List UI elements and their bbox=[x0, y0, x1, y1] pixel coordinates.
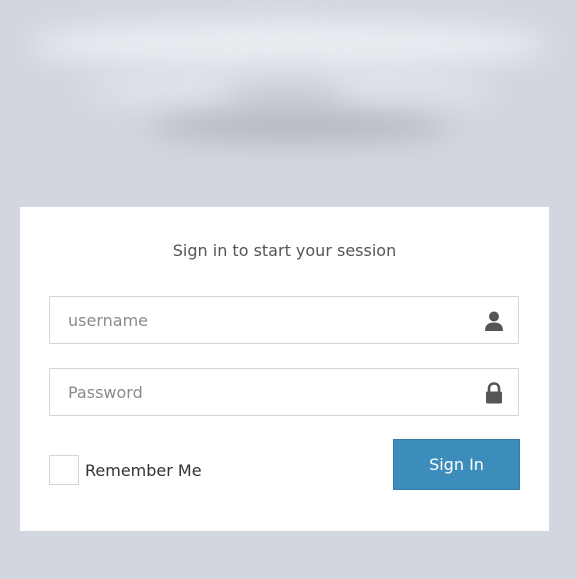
remember-me-checkbox[interactable] bbox=[49, 455, 79, 485]
logo-blur-shape bbox=[30, 20, 550, 70]
lock-icon bbox=[484, 382, 504, 404]
login-box: Sign in to start your session Remember M… bbox=[20, 207, 549, 531]
remember-me-label: Remember Me bbox=[85, 460, 202, 480]
login-box-message: Sign in to start your session bbox=[172, 241, 397, 260]
password-input[interactable] bbox=[50, 369, 518, 415]
username-field-group bbox=[49, 296, 519, 344]
username-input[interactable] bbox=[50, 297, 518, 343]
user-icon bbox=[484, 310, 504, 332]
sign-in-button[interactable]: Sign In bbox=[393, 439, 520, 490]
logo-blur-shape bbox=[220, 82, 350, 112]
blurred-logo bbox=[0, 0, 577, 200]
password-field-group bbox=[49, 368, 519, 416]
logo-blur-shape bbox=[150, 112, 450, 140]
remember-me[interactable]: Remember Me bbox=[49, 453, 202, 487]
